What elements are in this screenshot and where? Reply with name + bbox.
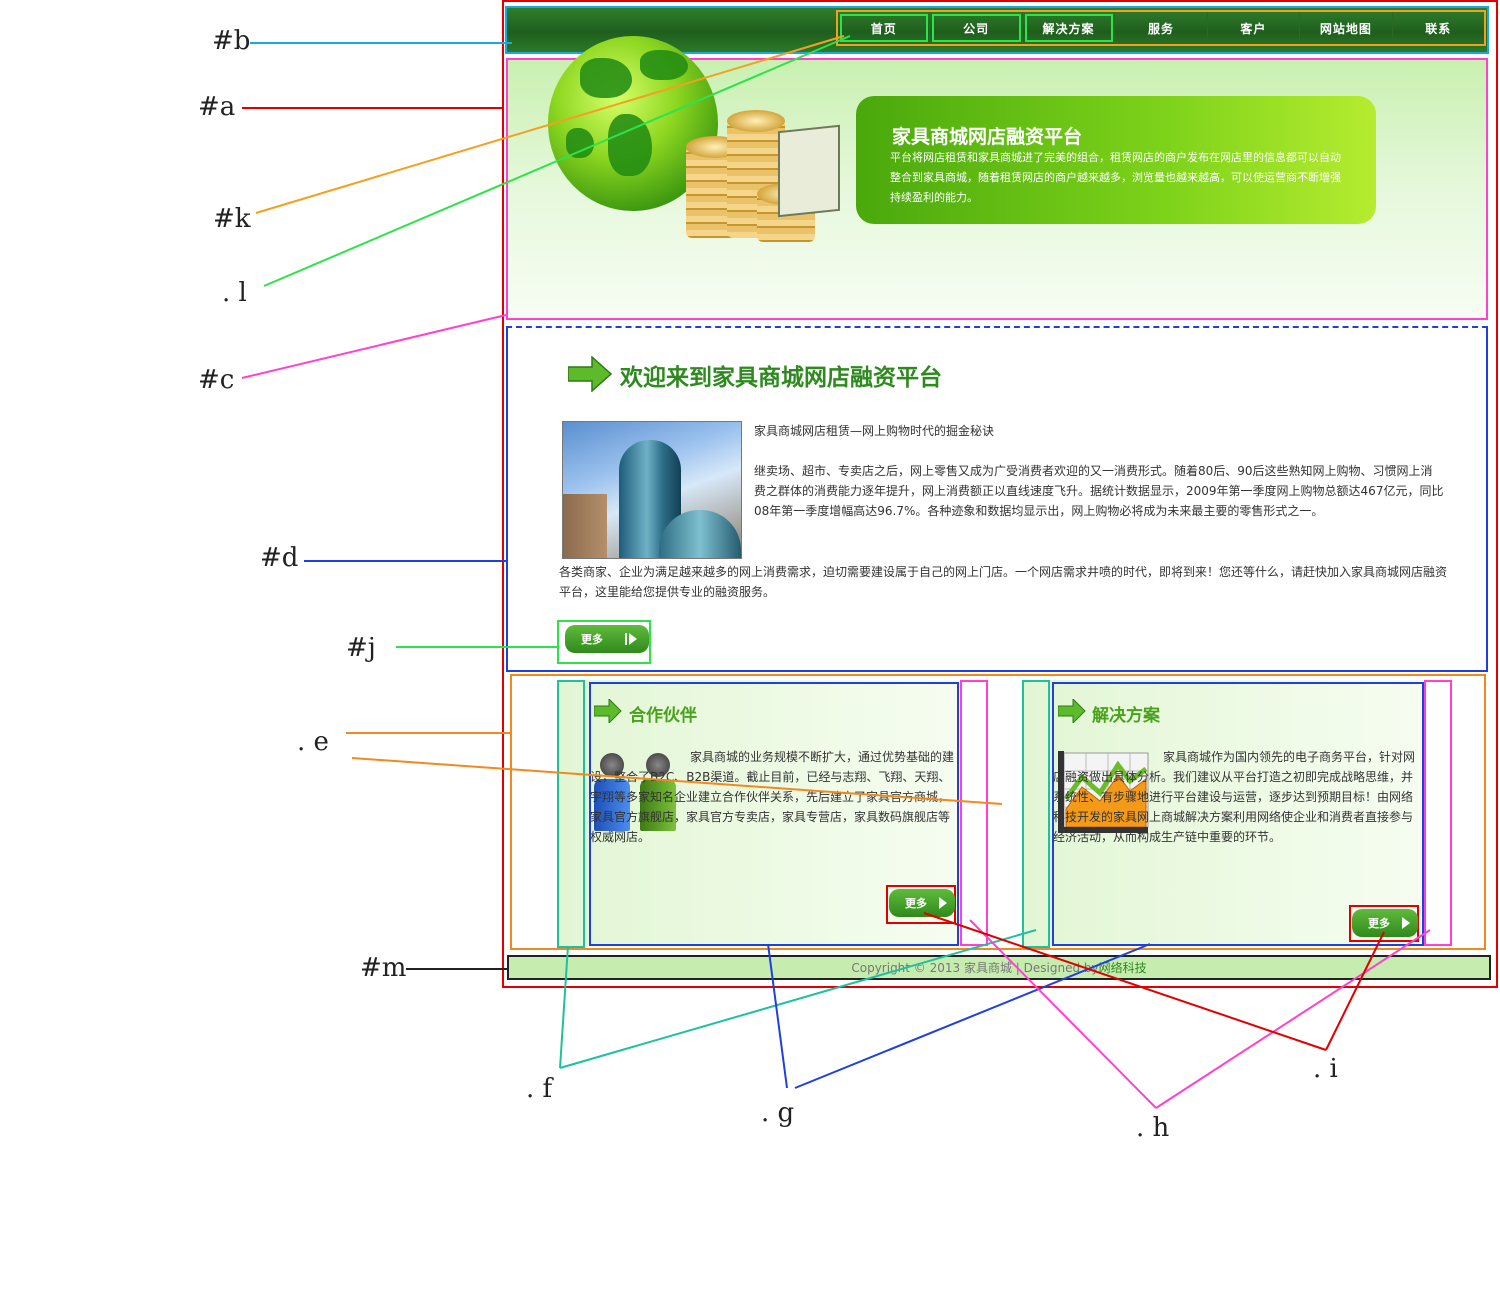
annotation-label-g: . g (761, 1098, 795, 1128)
partner-column-left-strip (557, 680, 585, 948)
solution-column-left-strip (1022, 680, 1050, 948)
banner-title: 家具商城网店融资平台 (892, 126, 1083, 148)
annotation-label-f: . f (526, 1074, 553, 1104)
arrow-right-icon (1058, 699, 1086, 723)
nav-item-contact[interactable]: 联系 (1393, 12, 1484, 44)
annotation-label-k: #k (213, 204, 251, 234)
building-photo (562, 421, 742, 559)
more-button-label: 更多 (581, 633, 603, 646)
solution-text: 家具商城作为国内领先的电子商务平台，针对网店融资做出具体分析。我们建议从平台打造… (1053, 750, 1416, 844)
partner-more-button[interactable]: 更多 (889, 889, 955, 917)
partner-column-right-strip (960, 680, 988, 946)
arrow-right-icon (594, 699, 622, 723)
annotation-label-m: #m (360, 953, 407, 983)
annotation-label-b: #b (212, 26, 251, 56)
partner-text: 家具商城的业务规模不断扩大，通过优势基础的建设，整合了B2C、B2B渠道。截止目… (590, 750, 955, 844)
solution-column-right-strip (1424, 680, 1452, 946)
solution-more-button[interactable]: 更多 (1352, 909, 1418, 937)
annotation-label-i: . i (1313, 1054, 1338, 1084)
play-bar-icon (625, 633, 627, 645)
welcome-paragraph-2: 各类商家、企业为满足越来越多的网上消费需求，迫切需要建设属于自己的网上门店。一个… (559, 565, 1448, 599)
leader-c (241, 314, 507, 379)
annotation-label-d: #d (260, 543, 299, 573)
nav-item-solutions[interactable]: 解决方案 (1023, 12, 1116, 44)
play-icon (1402, 917, 1410, 929)
annotation-label-j: #j (346, 633, 376, 663)
nav-item-services[interactable]: 服务 (1115, 12, 1208, 44)
banknote-icon (778, 124, 840, 218)
annotation-label-a: #a (198, 92, 236, 122)
solution-title: 解决方案 (1092, 706, 1160, 726)
welcome-subtitle: 家具商城网店租赁—网上购物时代的掘金秘诀 (754, 424, 995, 438)
nav-item-sitemap[interactable]: 网站地图 (1300, 12, 1393, 44)
welcome-paragraph-1: 继卖场、超市、专卖店之后，网上零售又成为广受消费者欢迎的又一消费形式。随着80后… (754, 464, 1444, 518)
arrow-right-icon (568, 356, 612, 392)
play-icon (629, 633, 637, 645)
more-button-label: 更多 (1368, 917, 1390, 930)
footer-copyright: Copyright © 2013 家具商城 | Designed by (851, 961, 1099, 975)
annotation-label-e: . e (297, 727, 329, 757)
nav-item-company[interactable]: 公司 (930, 12, 1023, 44)
annotation-label-l: . l (222, 278, 247, 308)
welcome-more-button[interactable]: 更多 (565, 625, 649, 653)
partner-title: 合作伙伴 (629, 706, 697, 726)
footer-designer-link[interactable]: 网络科技 (1099, 959, 1147, 976)
play-icon (939, 897, 947, 909)
annotation-label-c: #c (198, 365, 235, 395)
banner-info-box: 家具商城网店融资平台 平台将网店租赁和家具商城进了完美的组合，租赁网店的商户发布… (856, 96, 1376, 224)
welcome-title: 欢迎来到家具商城网店融资平台 (620, 364, 942, 391)
main-nav: 首页 公司 解决方案 服务 客户 网站地图 联系 (836, 10, 1486, 46)
nav-item-home[interactable]: 首页 (838, 12, 931, 44)
banner-text: 平台将网店租赁和家具商城进了完美的组合，租赁网店的商户发布在网店里的信息都可以自… (890, 151, 1341, 204)
footer: Copyright © 2013 家具商城 | Designed by 网络科技 (507, 955, 1491, 980)
annotation-label-h: . h (1136, 1113, 1170, 1143)
more-button-label: 更多 (905, 897, 927, 910)
nav-item-clients[interactable]: 客户 (1208, 12, 1301, 44)
